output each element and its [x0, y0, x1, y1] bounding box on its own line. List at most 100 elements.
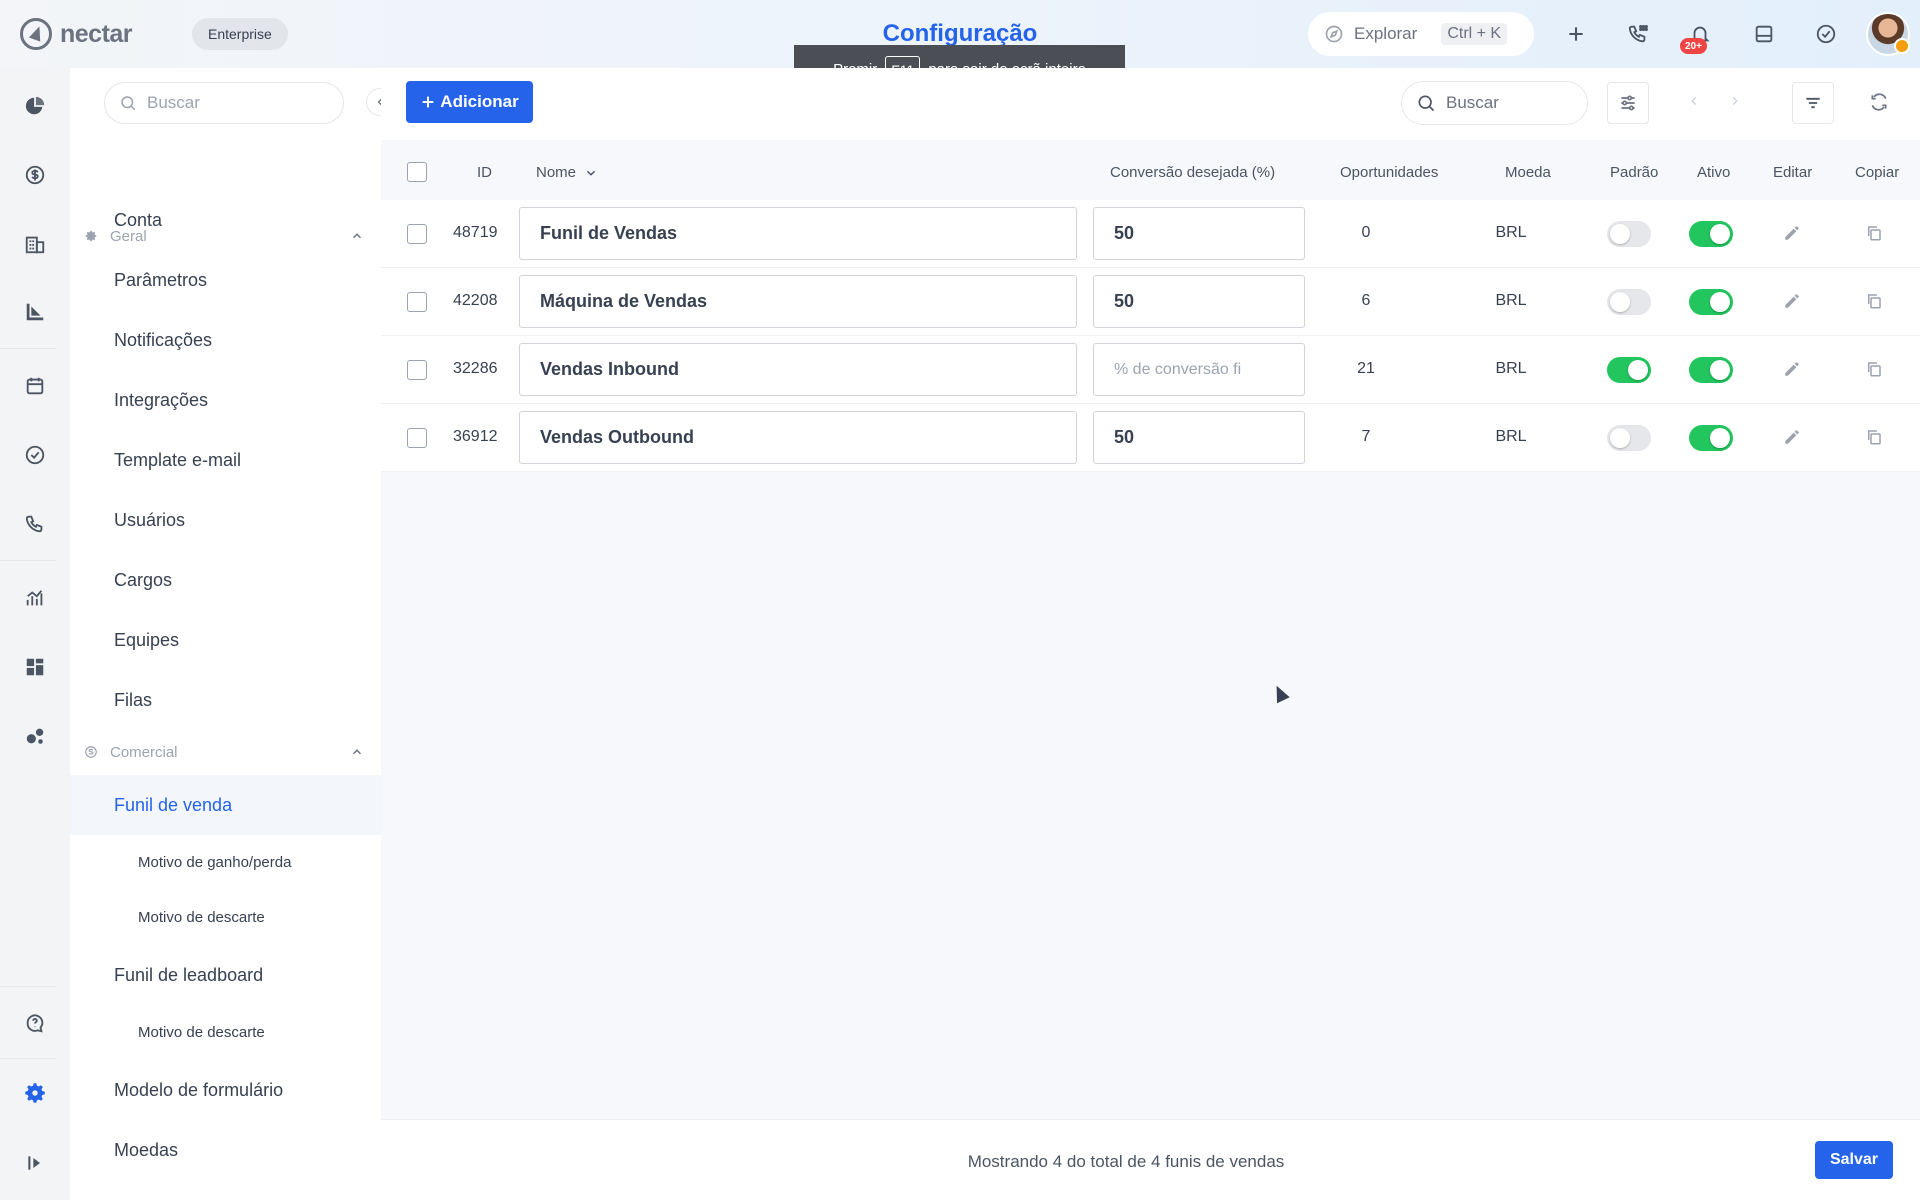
funnel-name-input[interactable]: Vendas Outbound	[519, 411, 1077, 464]
sidebar-item-moedas[interactable]: Moedas	[114, 1135, 178, 1165]
table-search-placeholder: Buscar	[1446, 93, 1499, 112]
explore-shortcut: Ctrl + K	[1441, 23, 1508, 45]
row-checkbox[interactable]	[407, 428, 427, 448]
pencil-icon	[1785, 294, 1799, 308]
gear-icon[interactable]	[21, 1079, 49, 1107]
dollar-icon[interactable]	[21, 161, 49, 189]
nectar-logo[interactable]: nectar	[20, 16, 133, 52]
row-id: 48719	[453, 224, 498, 241]
sidebar-item-notificacoes[interactable]: Notificações	[114, 325, 212, 355]
sidebar-item-usuarios[interactable]: Usuários	[114, 505, 185, 535]
icon-rail	[0, 68, 70, 1200]
copy-button[interactable]	[1865, 292, 1883, 315]
row-opportunities: 7	[1361, 428, 1371, 445]
default-toggle[interactable]	[1607, 425, 1651, 451]
edit-button[interactable]	[1783, 360, 1801, 383]
inbox-icon[interactable]	[1750, 20, 1778, 48]
explore-search[interactable]: Explorar Ctrl + K	[1308, 12, 1534, 56]
task-check-icon[interactable]	[1812, 20, 1840, 48]
active-toggle[interactable]	[1689, 425, 1733, 451]
building-icon[interactable]	[21, 230, 49, 258]
copy-button[interactable]	[1865, 360, 1883, 383]
save-button[interactable]: Salvar	[1815, 1141, 1893, 1179]
filter-settings-button[interactable]	[1607, 82, 1649, 124]
user-avatar[interactable]	[1866, 12, 1910, 56]
expand-sidebar-icon[interactable]	[21, 1149, 49, 1177]
sidebar-item-modelo-formulario[interactable]: Modelo de formulário	[114, 1075, 283, 1105]
sidebar-item-integracoes[interactable]: Integrações	[114, 385, 208, 415]
dollar-icon	[85, 746, 97, 758]
sidebar-item-conta[interactable]: Conta	[114, 205, 162, 235]
funnel-name-input[interactable]: Vendas Inbound	[519, 343, 1077, 396]
sort-button[interactable]	[1792, 82, 1834, 124]
calendar-icon[interactable]	[21, 372, 49, 400]
column-opportunities[interactable]: Oportunidades	[1340, 164, 1438, 181]
conversion-input[interactable]: 50	[1093, 411, 1305, 464]
row-checkbox[interactable]	[407, 292, 427, 312]
row-id: 42208	[453, 292, 498, 309]
add-button[interactable]: Adicionar	[406, 81, 533, 123]
help-icon[interactable]	[21, 1009, 49, 1037]
active-toggle[interactable]	[1689, 357, 1733, 383]
edit-button[interactable]	[1783, 428, 1801, 451]
sidebar-sub-motivo-descarte[interactable]: Motivo de descarte	[138, 903, 265, 931]
sidebar-item-filas[interactable]: Filas	[114, 685, 152, 715]
sidebar-search-input[interactable]: Buscar	[104, 82, 344, 124]
active-toggle[interactable]	[1689, 221, 1733, 247]
page-title: Configuração	[882, 20, 1038, 47]
row-checkbox[interactable]	[407, 360, 427, 380]
row-currency: BRL	[1495, 292, 1527, 309]
bubbles-icon[interactable]	[21, 722, 49, 750]
row-opportunities: 6	[1361, 292, 1371, 309]
next-page-button[interactable]	[1728, 92, 1742, 113]
previous-page-button[interactable]	[1687, 92, 1701, 113]
sidebar-item-template-email[interactable]: Template e-mail	[114, 445, 241, 475]
sidebar-search-placeholder: Buscar	[147, 93, 200, 112]
check-circle-icon[interactable]	[21, 441, 49, 469]
column-currency[interactable]: Moeda	[1505, 164, 1551, 181]
phone-icon[interactable]	[21, 510, 49, 538]
add-button-label: Adicionar	[440, 92, 519, 111]
column-name[interactable]: Nome	[536, 164, 598, 181]
conversion-input[interactable]: % de conversão fi	[1093, 343, 1305, 396]
compass-icon	[1325, 25, 1343, 43]
sidebar-item-parametros[interactable]: Parâmetros	[114, 265, 207, 295]
copy-button[interactable]	[1865, 224, 1883, 247]
phone-dialpad-icon[interactable]	[1624, 20, 1652, 48]
column-id[interactable]: ID	[477, 164, 492, 181]
default-toggle[interactable]	[1607, 221, 1651, 247]
row-checkbox[interactable]	[407, 224, 427, 244]
conversion-input[interactable]: 50	[1093, 207, 1305, 260]
chevron-up-icon	[352, 233, 362, 239]
sidebar-item-equipes[interactable]: Equipes	[114, 625, 179, 655]
column-default[interactable]: Padrão	[1610, 164, 1658, 181]
edit-button[interactable]	[1783, 224, 1801, 247]
default-toggle[interactable]	[1607, 357, 1651, 383]
active-toggle[interactable]	[1689, 289, 1733, 315]
widgets-icon[interactable]	[21, 653, 49, 681]
select-all-checkbox[interactable]	[407, 162, 427, 182]
funnel-name-input[interactable]: Máquina de Vendas	[519, 275, 1077, 328]
pipeline-chart-icon[interactable]	[21, 298, 49, 326]
sidebar-item-funil-de-leadboard[interactable]: Funil de leadboard	[114, 960, 263, 990]
logo-text: nectar	[60, 19, 133, 48]
plus-icon[interactable]	[1562, 20, 1590, 48]
column-active[interactable]: Ativo	[1697, 164, 1730, 181]
analytics-icon[interactable]	[21, 584, 49, 612]
section-commercial[interactable]: Comercial	[84, 737, 364, 767]
refresh-button[interactable]	[1869, 92, 1889, 117]
funnel-name-input[interactable]: Funil de Vendas	[519, 207, 1077, 260]
sidebar-sub-motivo-ganho-perda[interactable]: Motivo de ganho/perda	[138, 848, 291, 876]
table-search-input[interactable]: Buscar	[1401, 81, 1588, 125]
sidebar-item-cargos[interactable]: Cargos	[114, 565, 172, 595]
conversion-input[interactable]: 50	[1093, 275, 1305, 328]
copy-button[interactable]	[1865, 428, 1883, 451]
column-conversion[interactable]: Conversão desejada (%)	[1110, 164, 1275, 181]
nectar-logo-icon	[20, 18, 52, 50]
sidebar-item-funil-de-venda[interactable]: Funil de venda	[114, 790, 232, 820]
sidebar-sub-leadboard-motivo-descarte[interactable]: Motivo de descarte	[138, 1018, 265, 1046]
pencil-icon	[1785, 226, 1799, 240]
dashboard-pie-icon[interactable]	[21, 92, 49, 120]
edit-button[interactable]	[1783, 292, 1801, 315]
default-toggle[interactable]	[1607, 289, 1651, 315]
